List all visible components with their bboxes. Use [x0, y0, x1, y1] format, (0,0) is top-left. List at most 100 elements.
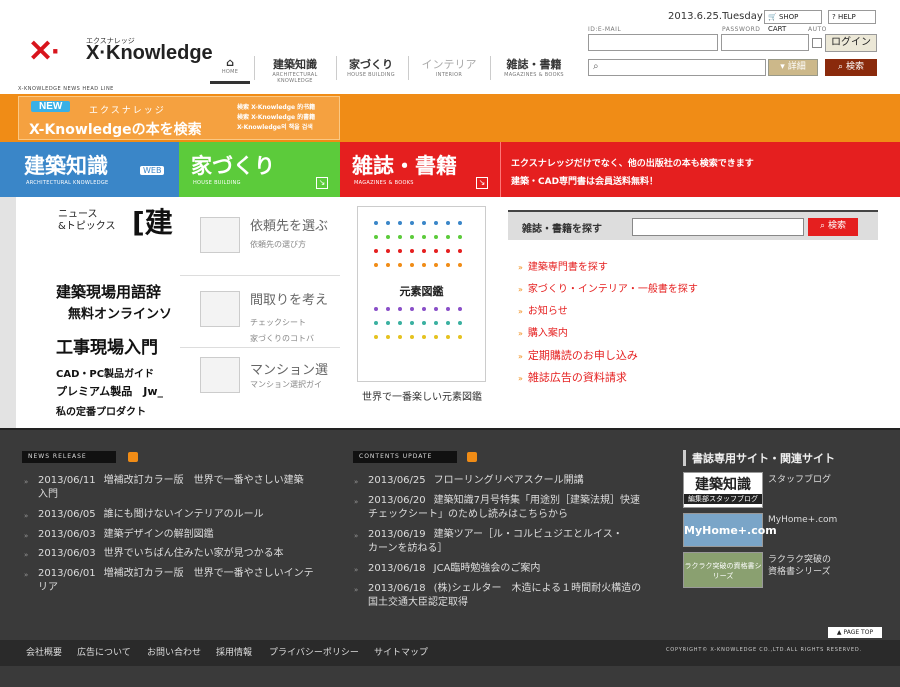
nav-divider [254, 56, 255, 80]
myhome-link[interactable]: MyHome+.com [768, 514, 837, 526]
email-input[interactable] [588, 34, 718, 51]
password-input[interactable] [721, 34, 809, 51]
link-label: 購入案内 [527, 328, 568, 339]
nav-sublabel: HOUSE BUILDING [347, 72, 395, 78]
update-item[interactable]: » 2013/06/18 (株)シェルター 木造による１時間耐火構造の 国土交通大臣認… [354, 582, 678, 610]
footer-link-recruit[interactable]: 採用情報 [216, 645, 252, 658]
search-icon: ⌕ [838, 62, 844, 72]
update-date: 2013/06/25 [368, 475, 426, 486]
floorplan-icon [200, 291, 240, 327]
footer-link-advertising[interactable]: 広告について [77, 645, 131, 658]
contents-update-header: CONTENTS UPDATE [353, 451, 457, 463]
date: 2013.6.25.Tuesday [668, 11, 763, 22]
update-item[interactable]: » 2013/06/18 JCA臨時勉強会のご案内 [354, 562, 678, 576]
book-title: 元素図鑑 [399, 285, 444, 298]
nav-label: インテリア [421, 58, 477, 71]
guide-item[interactable]: マンション選 マンション選択ガイ [180, 353, 340, 419]
guide-item[interactable]: 依頼先を選ぶ 依頼先の選び方 [180, 207, 340, 273]
magazine-search-button[interactable]: ⌕ 検索 [808, 218, 858, 236]
guide-item[interactable]: 間取りを考え チェックシート 家づくりのコトバ [180, 283, 340, 349]
nav-label: 家づくり [349, 58, 393, 71]
link-label: 雑誌広告の資料請求 [527, 371, 627, 384]
book-search-banner[interactable]: NEW エクスナレッジ X-Knowledgeの本を検索 検索 X-Knowle… [18, 96, 340, 140]
myhome-banner[interactable]: MyHome+.com [683, 513, 777, 547]
banner-side-line: X-Knowledge의 책을 검색 [237, 124, 313, 131]
shop-cart-button[interactable]: 🛒 SHOP CART [764, 10, 822, 33]
site-search-input[interactable]: ⌕ [588, 59, 766, 76]
news-date: 2013/06/01 [38, 568, 96, 579]
rss-icon[interactable] [467, 452, 477, 462]
staff-blog-link[interactable]: スタッフブログ [768, 474, 831, 486]
element-grid-illustration [374, 221, 462, 267]
staff-blog-banner[interactable]: 建築知識 編集部スタッフブログ [683, 472, 763, 508]
detail-label: 詳細 [787, 62, 806, 72]
news-item[interactable]: » 2013/06/01 増補改訂カラー版 世界で一番やさしいインテ リア [24, 567, 338, 595]
login-button[interactable]: ログイン [825, 34, 877, 52]
banner-side-line: 検索 X-Knowledge 的书籍 [237, 104, 316, 111]
link-label: お知らせ [527, 306, 568, 317]
update-title: 建築知識7月号特集「用途別［建築法規］快速 [433, 495, 641, 506]
category-magazines[interactable]: 雑誌・書籍 MAGAZINES & BOOKS ↘ [340, 142, 500, 197]
feature-line: 工事現場入門 [56, 338, 158, 358]
web-badge: WEB [140, 166, 165, 175]
bullet-icon: » [354, 586, 359, 594]
magazine-link[interactable]: » お知らせ [518, 302, 568, 317]
book-caption[interactable]: 世界で一番楽しい元素図鑑 [340, 388, 504, 403]
magazine-link[interactable]: » 家づくり・インテリア・一般書を探す [518, 280, 698, 295]
footer-link-company[interactable]: 会社概要 [26, 645, 62, 658]
auto-login-checkbox[interactable] [812, 38, 822, 48]
chevron-icon: » [518, 374, 523, 383]
book-cover[interactable]: 元素図鑑 [357, 206, 486, 382]
house-guide-panel: 依頼先を選ぶ 依頼先の選び方 間取りを考え チェックシート 家づくりのコトバ マ… [180, 197, 340, 429]
logo[interactable]: ✕· エクスナレッジ X·Knowledge [28, 32, 213, 68]
news-item[interactable]: » 2013/06/03 建築デザインの解剖図鑑 [24, 528, 338, 542]
feature-line: 建築現場用語辞 [56, 283, 162, 301]
chevron-icon: » [518, 263, 523, 272]
magazine-link[interactable]: » 建築専門書を探す [518, 258, 608, 273]
update-item[interactable]: » 2013/06/19 建築ツアー［ル・コルビュジエとルイス・ カーンを訪ねる］ [354, 528, 678, 556]
nav-home[interactable]: ⌂ HOME [210, 52, 250, 84]
new-badge: NEW [31, 101, 71, 112]
news-item[interactable]: » 2013/06/03 世界でいちばん住みたい家が見つかる本 [24, 547, 338, 561]
search-button[interactable]: ⌕ 検索 [825, 59, 877, 76]
update-date: 2013/06/18 [368, 563, 426, 574]
magazine-search-input[interactable] [632, 218, 804, 236]
news-topics-label: ニュース &トピックス [58, 209, 116, 232]
news-item[interactable]: » 2013/06/11 増補改訂カラー版 世界で一番やさしい建築 入門 [24, 474, 338, 502]
arrow-icon: ↘ [316, 177, 328, 189]
footer-link-contact[interactable]: お問い合わせ [147, 645, 201, 658]
building-icon [200, 357, 240, 393]
category-architecture[interactable]: 建築知識 WEB ARCHITECTURAL KNOWLEDGE [0, 142, 179, 197]
feature-panel[interactable]: ニュース &トピックス [建 建築現場用語辞 無料オンラインソ 工事現場入門 C… [16, 197, 180, 429]
bullet-icon: » [354, 478, 359, 486]
update-date: 2013/06/20 [368, 495, 426, 506]
news-item[interactable]: » 2013/06/05 誰にも聞けないインテリアのルール [24, 508, 338, 522]
rss-icon[interactable] [128, 452, 138, 462]
page-top-button[interactable]: ▲ PAGE TOP [828, 627, 882, 638]
license-books-banner[interactable]: ラクラク突破の資格書シリーズ [683, 552, 763, 588]
news-title: 誰にも聞けないインテリアのルール [103, 509, 264, 520]
magazine-link[interactable]: » 定期購読のお申し込み [518, 347, 638, 363]
banner-side-line: 検索 X-Knowledge 的書籍 [237, 114, 316, 121]
nav-architecture[interactable]: 建築知識 ARCHITECTURAL KNOWLEDGE [258, 52, 332, 84]
help-button[interactable]: ? HELP [828, 10, 876, 24]
update-item[interactable]: » 2013/06/20 建築知識7月号特集「用途別［建築法規］快速 チェックシート」… [354, 494, 678, 522]
update-item[interactable]: » 2013/06/25 フローリングリペアスクール開講 [354, 474, 678, 488]
help-label: HELP [837, 13, 856, 21]
magazine-link[interactable]: » 雑誌広告の資料請求 [518, 369, 627, 385]
license-books-link[interactable]: ラクラク突破の 資格書シリーズ [768, 554, 831, 578]
category-title: 家づくり [191, 154, 275, 178]
footer-link-privacy[interactable]: プライバシーポリシー [269, 645, 359, 658]
feature-heading: [建 [132, 206, 173, 239]
nav-magazines[interactable]: 雑誌・書籍 MAGAZINES & BOOKS [494, 52, 574, 84]
footer-link-sitemap[interactable]: サイトマップ [374, 645, 428, 658]
arrow-up-icon: ▲ [836, 629, 842, 636]
nav-interior[interactable]: インテリア INTERIOR [414, 52, 484, 84]
category-house-building[interactable]: 家づくり HOUSE BUILDING ↘ [179, 142, 340, 197]
magazine-link[interactable]: » 購入案内 [518, 324, 568, 339]
search-icon: ⌕ [820, 221, 826, 231]
nav-house-building[interactable]: 家づくり HOUSE BUILDING [340, 52, 402, 84]
footer-nav [0, 640, 900, 666]
category-title: 雑誌・書籍 [352, 154, 457, 178]
detail-search-button[interactable]: ▾ 詳細 [768, 59, 818, 76]
